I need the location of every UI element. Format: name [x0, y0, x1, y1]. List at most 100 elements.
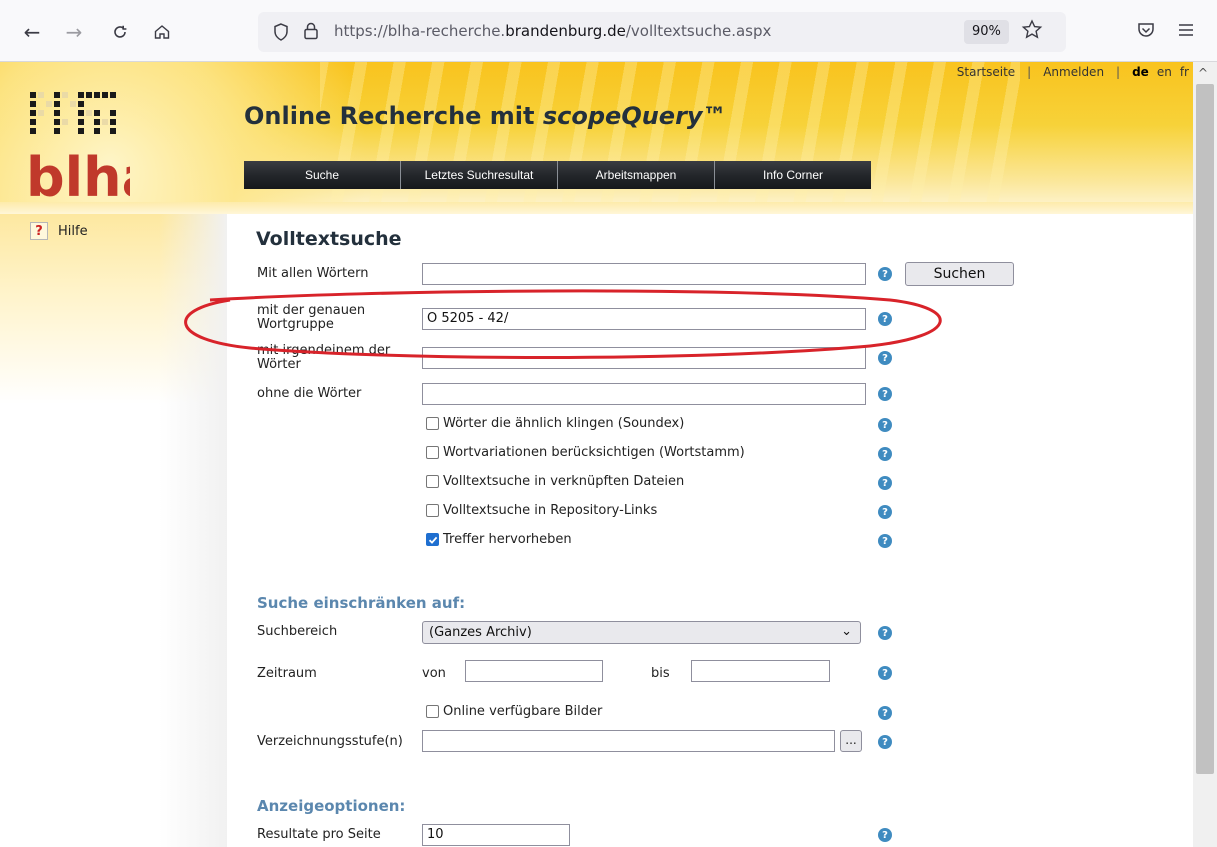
- checkmark-icon: [428, 536, 437, 544]
- vertical-scrollbar[interactable]: ^: [1193, 62, 1217, 847]
- option-word-stem[interactable]: Wortvariationen berücksichtigen (Wortsta…: [426, 445, 745, 460]
- info-icon[interactable]: ?: [878, 626, 892, 640]
- any-words-label-line2: Wörter: [257, 357, 301, 372]
- logo-text: blha: [30, 146, 130, 202]
- language-fr-link[interactable]: fr: [1176, 65, 1193, 79]
- checkbox[interactable]: [426, 417, 439, 430]
- url-text[interactable]: https://blha-recherche.brandenburg.de/vo…: [334, 22, 771, 40]
- scroll-up-icon[interactable]: ^: [1198, 66, 1208, 80]
- top-links-separator: |: [1116, 65, 1121, 79]
- startseite-link[interactable]: Startseite: [953, 65, 1019, 79]
- checkbox-checked[interactable]: [426, 533, 439, 546]
- option-linked-files-label: Volltextsuche in verknüpften Dateien: [443, 474, 685, 489]
- checkbox[interactable]: [426, 475, 439, 488]
- header-bottom-strip: [0, 202, 1193, 214]
- pocket-icon[interactable]: [1136, 20, 1156, 40]
- suchbereich-label: Suchbereich: [257, 624, 338, 639]
- search-button[interactable]: Suchen: [905, 262, 1014, 286]
- any-words-label-line1: mit irgendeinem der: [257, 343, 391, 358]
- nav-tab-suche[interactable]: Suche: [244, 161, 401, 189]
- info-icon[interactable]: ?: [878, 418, 892, 432]
- top-links-separator: |: [1027, 65, 1032, 79]
- checkbox[interactable]: [426, 504, 439, 517]
- address-bar[interactable]: https://blha-recherche.brandenburg.de/vo…: [258, 12, 1066, 52]
- option-soundex-label: Wörter die ähnlich klingen (Soundex): [443, 416, 685, 431]
- per-page-label: Resultate pro Seite: [257, 827, 381, 842]
- verzeichnungsstufe-picker-button[interactable]: ...: [840, 730, 862, 752]
- tracking-shield-icon[interactable]: [272, 22, 290, 42]
- info-icon[interactable]: ?: [878, 351, 892, 365]
- info-icon[interactable]: ?: [878, 447, 892, 461]
- info-icon[interactable]: ?: [878, 505, 892, 519]
- option-word-stem-label: Wortvariationen berücksichtigen (Wortsta…: [443, 445, 745, 460]
- option-repository-links[interactable]: Volltextsuche in Repository-Links: [426, 503, 657, 518]
- nav-tab-arbeitsmappen[interactable]: Arbeitsmappen: [558, 161, 715, 189]
- suchbereich-select[interactable]: (Ganzes Archiv) ⌄: [422, 621, 861, 644]
- info-icon[interactable]: ?: [878, 267, 892, 281]
- without-words-label: ohne die Wörter: [257, 386, 362, 401]
- info-icon[interactable]: ?: [878, 735, 892, 749]
- all-words-input[interactable]: [422, 263, 866, 285]
- home-button[interactable]: [148, 18, 176, 46]
- exact-phrase-label-line1: mit der genauen: [257, 303, 366, 318]
- reload-button[interactable]: [106, 18, 134, 46]
- exact-phrase-label-line2: Wortgruppe: [257, 317, 334, 332]
- site-title: Online Recherche mit scopeQuery™: [244, 102, 727, 130]
- exact-phrase-input[interactable]: O 5205 - 42/: [422, 308, 866, 330]
- zeitraum-label: Zeitraum: [257, 666, 317, 681]
- forward-button[interactable]: →: [60, 18, 88, 46]
- page-title: Volltextsuche: [256, 228, 402, 250]
- top-links: Startseite | Anmelden | de en fr: [953, 62, 1193, 82]
- anmelden-link[interactable]: Anmelden: [1039, 65, 1108, 79]
- zoom-level-badge[interactable]: 90%: [964, 20, 1009, 44]
- blha-logo[interactable]: blha: [30, 92, 130, 202]
- info-icon[interactable]: ?: [878, 387, 892, 401]
- sidebar-item-hilfe[interactable]: ? Hilfe: [30, 222, 88, 240]
- bis-label: bis: [651, 666, 670, 681]
- info-icon[interactable]: ?: [878, 312, 892, 326]
- option-highlight-hits[interactable]: Treffer hervorheben: [426, 532, 572, 547]
- help-icon: ?: [30, 222, 48, 240]
- scrollbar-thumb[interactable]: [1196, 84, 1214, 774]
- option-linked-files[interactable]: Volltextsuche in verknüpften Dateien: [426, 474, 684, 489]
- exact-phrase-label: mit der genauen Wortgruppe: [257, 304, 365, 332]
- option-soundex[interactable]: Wörter die ähnlich klingen (Soundex): [426, 416, 684, 431]
- browser-toolbar: ← → https://blha-recherche.brandenburg.d…: [0, 0, 1217, 62]
- site-title-prefix: Online Recherche mit: [244, 102, 543, 130]
- checkbox[interactable]: [426, 705, 439, 718]
- back-button[interactable]: ←: [18, 18, 46, 46]
- per-page-input[interactable]: 10: [422, 824, 570, 846]
- date-to-input[interactable]: [691, 660, 830, 682]
- url-path: /volltextsuche.aspx: [625, 22, 772, 40]
- restrict-section-heading: Suche einschränken auf:: [257, 594, 466, 612]
- checkbox[interactable]: [426, 446, 439, 459]
- option-highlight-hits-label: Treffer hervorheben: [443, 532, 572, 547]
- without-words-input[interactable]: [422, 383, 866, 405]
- bookmark-star-icon[interactable]: [1020, 18, 1044, 42]
- verzeichnungsstufe-label: Verzeichnungsstufe(n): [257, 734, 403, 749]
- info-icon[interactable]: ?: [878, 666, 892, 680]
- suchbereich-selected-value: (Ganzes Archiv): [429, 625, 532, 640]
- language-de-link[interactable]: de: [1128, 65, 1153, 79]
- any-words-input[interactable]: [422, 347, 866, 369]
- option-online-images-label: Online verfügbare Bilder: [443, 704, 603, 719]
- site-header: blha Startseite | Anmelden | de en fr On…: [0, 62, 1193, 202]
- info-icon[interactable]: ?: [878, 828, 892, 842]
- all-words-label: Mit allen Wörtern: [257, 266, 369, 281]
- language-en-link[interactable]: en: [1153, 65, 1176, 79]
- lock-icon[interactable]: [302, 21, 320, 41]
- option-repository-links-label: Volltextsuche in Repository-Links: [443, 503, 658, 518]
- verzeichnungsstufe-input[interactable]: [422, 730, 835, 752]
- info-icon[interactable]: ?: [878, 534, 892, 548]
- info-icon[interactable]: ?: [878, 476, 892, 490]
- nav-tab-info-corner[interactable]: Info Corner: [715, 161, 871, 189]
- display-options-heading: Anzeigeoptionen:: [257, 797, 406, 815]
- hamburger-menu-icon[interactable]: [1176, 20, 1196, 40]
- reload-icon: [114, 25, 127, 38]
- info-icon[interactable]: ?: [878, 706, 892, 720]
- option-online-images[interactable]: Online verfügbare Bilder: [426, 704, 602, 719]
- sidebar-item-label: Hilfe: [58, 223, 88, 239]
- date-from-input[interactable]: [465, 660, 603, 682]
- sidebar: ? Hilfe: [0, 214, 227, 847]
- nav-tab-letztes-suchresultat[interactable]: Letztes Suchresultat: [401, 161, 558, 189]
